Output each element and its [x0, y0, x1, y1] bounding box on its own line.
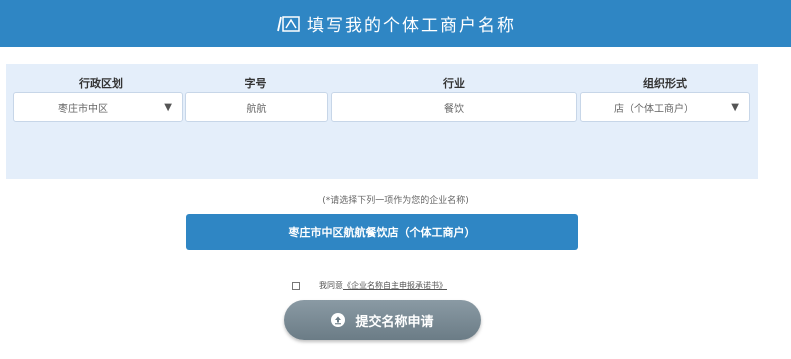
trade-name-label: 字号 — [244, 77, 267, 90]
name-option-button[interactable]: 枣庄市中区航航餐饮店（个体工商户） — [186, 214, 578, 250]
trade-name-input[interactable]: 航航 — [185, 92, 328, 122]
org-form-value: 店（个体工商户） — [614, 103, 694, 115]
district-label: 行政区划 — [79, 77, 123, 90]
agreement-link[interactable]: 《企业名称自主申报承诺书》 — [343, 281, 447, 290]
chevron-down-icon: ▼ — [731, 102, 739, 113]
org-form-select[interactable]: 店（个体工商户） ▼ — [580, 92, 750, 122]
industry-value: 餐饮 — [444, 103, 464, 115]
agreement-checkbox[interactable] — [292, 282, 300, 290]
document-icon — [275, 15, 301, 33]
page-title: 填写我的个体工商户名称 — [307, 16, 516, 36]
agreement-text: 我同意《企业名称自主申报承诺书》 — [319, 280, 447, 291]
agreement-prefix: 我同意 — [319, 281, 343, 290]
industry-label: 行业 — [443, 77, 465, 90]
trade-name-value: 航航 — [246, 103, 267, 115]
org-form-label: 组织形式 — [643, 77, 687, 90]
selection-hint: (*请选择下列一项作为您的企业名称) — [322, 196, 469, 206]
submit-label: 提交名称申请 — [355, 314, 434, 330]
name-form-panel: 行政区划 字号 行业 组织形式 枣庄市中区 ▼ 航航 餐饮 店（个体工商户） ▼ — [6, 64, 758, 179]
district-select[interactable]: 枣庄市中区 ▼ — [13, 92, 183, 122]
agreement-row: 我同意《企业名称自主申报承诺书》 — [0, 280, 791, 294]
industry-input[interactable]: 餐饮 — [331, 92, 577, 122]
submit-name-button[interactable]: 提交名称申请 — [284, 300, 481, 340]
district-value: 枣庄市中区 — [58, 103, 108, 115]
upload-icon — [331, 313, 346, 327]
chevron-down-icon: ▼ — [164, 102, 172, 113]
page-header: 填写我的个体工商户名称 — [0, 0, 791, 47]
